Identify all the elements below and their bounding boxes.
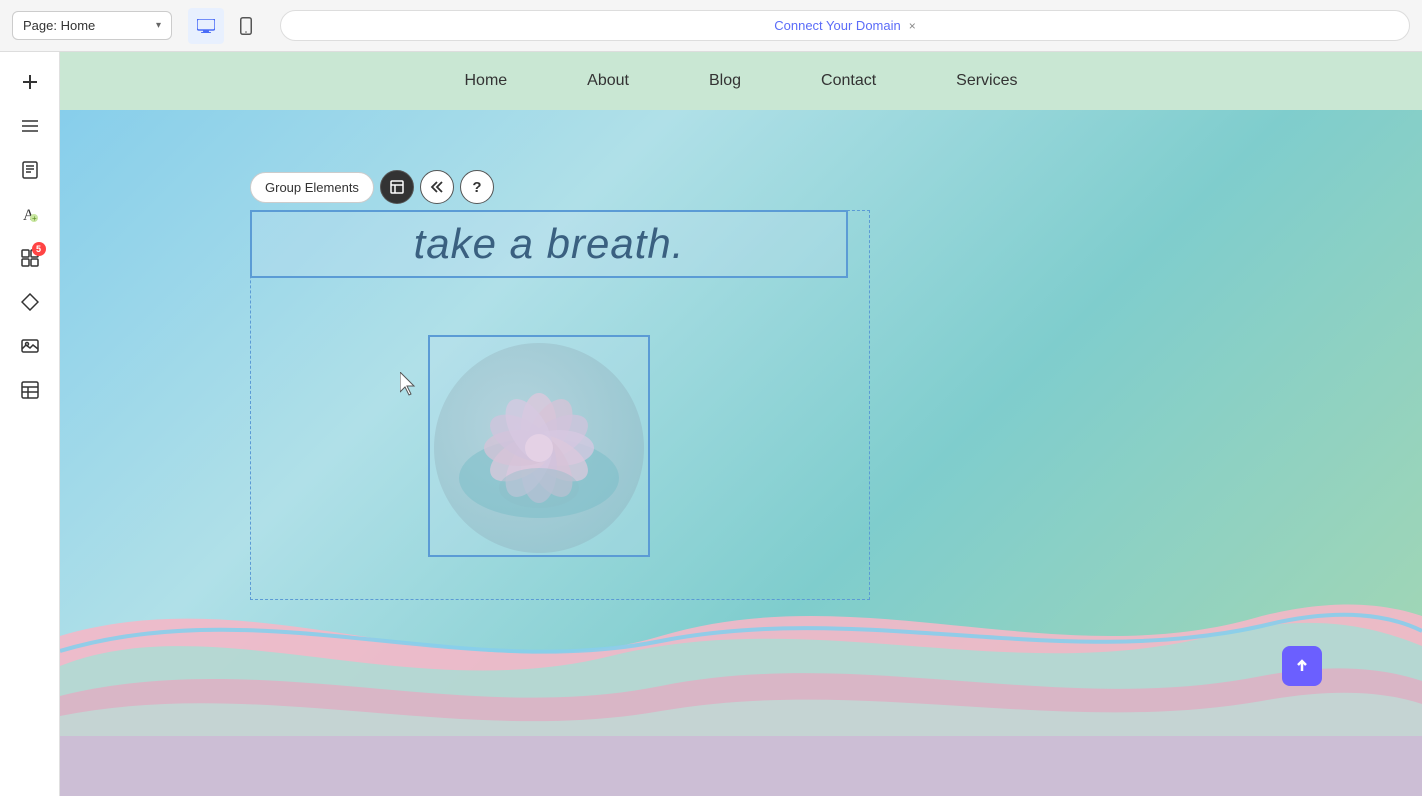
editor-toolbar: Group Elements ? <box>250 170 494 204</box>
address-text: Connect Your Domain <box>774 18 900 33</box>
desktop-view-button[interactable] <box>188 8 224 44</box>
image-element-box[interactable] <box>428 335 650 557</box>
scroll-to-top-button[interactable] <box>1282 646 1322 686</box>
toolbar-layers-button[interactable] <box>380 170 414 204</box>
canvas-area: Home About Blog Contact Services <box>60 52 1422 796</box>
browser-chrome: Page: Home ▾ Connect Your Domain × <box>0 0 1422 52</box>
sidebar-item-pages[interactable] <box>12 152 48 188</box>
mobile-view-button[interactable] <box>228 8 264 44</box>
svg-text:+: + <box>32 214 37 223</box>
sidebar-item-table[interactable] <box>12 372 48 408</box>
hero-section: Group Elements ? take <box>60 110 1422 796</box>
sidebar-item-media[interactable] <box>12 328 48 364</box>
device-buttons <box>188 8 264 44</box>
group-elements-button[interactable]: Group Elements <box>250 172 374 203</box>
sidebar-item-apps[interactable] <box>12 240 48 276</box>
nav-link-home[interactable]: Home <box>464 72 507 90</box>
website-navbar: Home About Blog Contact Services <box>60 52 1422 110</box>
address-bar[interactable]: Connect Your Domain × <box>280 10 1410 41</box>
nav-link-blog[interactable]: Blog <box>709 72 741 90</box>
sidebar-item-layers[interactable] <box>12 108 48 144</box>
text-element-box[interactable]: take a breath. <box>250 210 848 278</box>
main-layout: A+ Home About Blog Contact Services <box>0 52 1422 796</box>
lotus-image <box>434 343 644 553</box>
page-selector-label: Page: Home <box>23 18 150 33</box>
nav-link-services[interactable]: Services <box>956 72 1017 90</box>
website-preview: Home About Blog Contact Services <box>60 52 1422 796</box>
nav-link-contact[interactable]: Contact <box>821 72 876 90</box>
sidebar-item-add[interactable] <box>12 64 48 100</box>
toolbar-back-button[interactable] <box>420 170 454 204</box>
nav-link-about[interactable]: About <box>587 72 629 90</box>
page-selector[interactable]: Page: Home ▾ <box>12 11 172 40</box>
left-sidebar: A+ <box>0 52 60 796</box>
toolbar-help-button[interactable]: ? <box>460 170 494 204</box>
sidebar-item-components[interactable] <box>12 284 48 320</box>
hero-text: take a breath. <box>414 220 685 268</box>
selection-group[interactable]: take a breath. <box>250 210 870 600</box>
chevron-down-icon: ▾ <box>156 20 161 31</box>
sidebar-item-text[interactable]: A+ <box>12 196 48 232</box>
close-tab-button[interactable]: × <box>909 19 916 33</box>
